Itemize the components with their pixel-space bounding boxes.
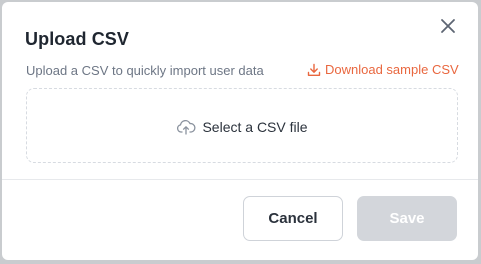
close-icon[interactable] <box>439 17 457 35</box>
download-sample-link[interactable]: Download sample CSV <box>307 62 459 77</box>
upload-csv-dialog: Upload CSV Upload a CSV to quickly impor… <box>2 2 478 260</box>
download-icon <box>307 63 321 77</box>
download-link-label: Download sample CSV <box>325 62 459 77</box>
save-button[interactable]: Save <box>357 196 457 241</box>
csv-dropzone[interactable]: Select a CSV file <box>26 88 458 163</box>
select-file-label: Select a CSV file <box>202 119 308 135</box>
dialog-subtitle: Upload a CSV to quickly import user data <box>26 63 264 78</box>
dialog-title: Upload CSV <box>25 29 130 49</box>
select-file-prompt[interactable]: Select a CSV file <box>176 119 308 135</box>
cancel-button[interactable]: Cancel <box>243 196 343 241</box>
footer-divider <box>2 179 478 180</box>
cloud-upload-icon <box>176 119 196 135</box>
